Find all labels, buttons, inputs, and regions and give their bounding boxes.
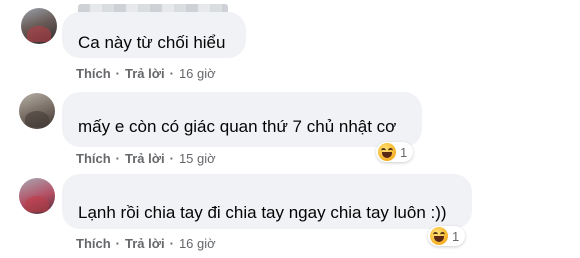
separator: · (169, 66, 174, 81)
reaction-count: 1 (452, 228, 460, 244)
separator: · (115, 236, 121, 251)
reply-link[interactable]: Trả lời (125, 236, 165, 251)
comment-bubble: Ca này từ chối hiểu (62, 12, 246, 58)
reaction-badge[interactable]: 1 (376, 142, 414, 162)
separator: · (169, 151, 174, 166)
comment-text: Lạnh rồi chia tay đi chia tay ngay chia … (78, 203, 447, 222)
separator: · (115, 66, 121, 81)
haha-emoji-icon (430, 227, 448, 245)
avatar[interactable] (21, 8, 57, 44)
comment-bubble: Lạnh rồi chia tay đi chia tay ngay chia … (62, 174, 472, 229)
like-link[interactable]: Thích (76, 236, 111, 251)
avatar[interactable] (19, 178, 55, 214)
comment-text: mấy e còn có giác quan thứ 7 chủ nhật cơ (78, 117, 397, 136)
avatar[interactable] (19, 93, 55, 129)
haha-emoji-icon (378, 143, 396, 161)
like-link[interactable]: Thích (76, 66, 111, 81)
comment-actions: Thích · Trả lời · 15 giờ (76, 151, 216, 166)
timestamp[interactable]: 16 giờ (179, 66, 216, 81)
comment-actions: Thích · Trả lời · 16 giờ (76, 66, 216, 81)
timestamp[interactable]: 16 giờ (179, 236, 216, 251)
comment-actions: Thích · Trả lời · 16 giờ (76, 236, 216, 251)
timestamp[interactable]: 15 giờ (179, 151, 216, 166)
separator: · (115, 151, 121, 166)
comment-bubble: mấy e còn có giác quan thứ 7 chủ nhật cơ (62, 92, 422, 147)
like-link[interactable]: Thích (76, 151, 111, 166)
separator: · (169, 236, 174, 251)
reaction-badge[interactable]: 1 (428, 226, 466, 246)
reaction-count: 1 (400, 144, 408, 160)
reply-link[interactable]: Trả lời (125, 151, 165, 166)
comment-text: Ca này từ chối hiểu (78, 33, 226, 52)
reply-link[interactable]: Trả lời (125, 66, 165, 81)
